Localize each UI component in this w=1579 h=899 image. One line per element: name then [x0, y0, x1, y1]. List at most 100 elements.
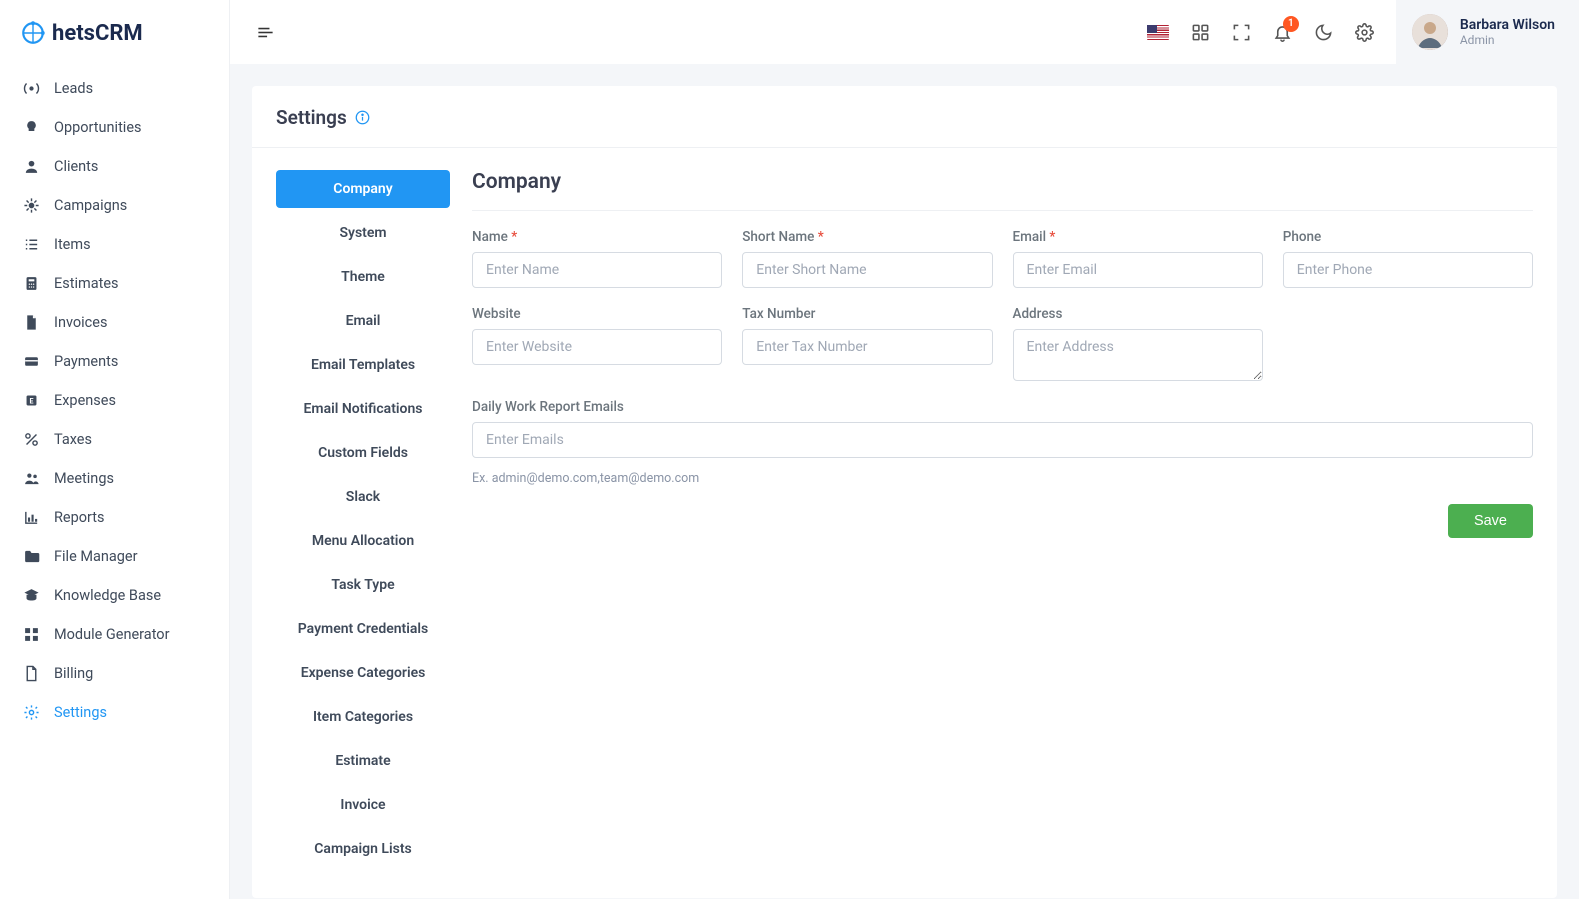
sidebar-item-label: Taxes	[54, 431, 92, 448]
field-daily-emails: Daily Work Report Emails Ex. admin@demo.…	[472, 399, 1533, 486]
tab-slack[interactable]: Slack	[276, 478, 450, 516]
tab-task-type[interactable]: Task Type	[276, 566, 450, 604]
tab-item-categories[interactable]: Item Categories	[276, 698, 450, 736]
fullscreen-button[interactable]	[1232, 23, 1251, 42]
sidebar-item-billing[interactable]: Billing	[0, 654, 229, 693]
user-menu[interactable]: Barbara Wilson Admin	[1396, 0, 1579, 64]
field-email: Email *	[1013, 229, 1263, 288]
grid-icon	[22, 626, 40, 643]
settings-card: Settings Company System Theme Email Email Te…	[252, 86, 1557, 898]
label-tax-number: Tax Number	[742, 306, 992, 322]
sidebar-item-label: Reports	[54, 509, 105, 526]
file-icon	[22, 314, 40, 331]
sidebar-item-file-manager[interactable]: File Manager	[0, 537, 229, 576]
tab-menu-allocation[interactable]: Menu Allocation	[276, 522, 450, 560]
field-name: Name *	[472, 229, 722, 288]
folder-icon	[22, 548, 40, 565]
group-icon	[22, 470, 40, 487]
sidebar-item-label: Meetings	[54, 470, 114, 487]
sidebar-item-label: Payments	[54, 353, 118, 370]
tab-theme[interactable]: Theme	[276, 258, 450, 296]
info-icon[interactable]	[355, 110, 370, 125]
eicon-icon: E	[22, 392, 40, 409]
sidebar-item-reports[interactable]: Reports	[0, 498, 229, 537]
input-tax-number[interactable]	[742, 329, 992, 365]
label-daily-emails: Daily Work Report Emails	[472, 399, 1533, 415]
sidebar-item-clients[interactable]: Clients	[0, 147, 229, 186]
virus-icon	[22, 197, 40, 214]
sidebar-item-payments[interactable]: Payments	[0, 342, 229, 381]
list-icon	[22, 236, 40, 253]
sidebar-item-opportunities[interactable]: Opportunities	[0, 108, 229, 147]
input-phone[interactable]	[1283, 252, 1533, 288]
input-name[interactable]	[472, 252, 722, 288]
input-email[interactable]	[1013, 252, 1263, 288]
theme-toggle-button[interactable]	[1314, 23, 1333, 42]
field-tax-number: Tax Number	[742, 306, 992, 381]
notification-badge: 1	[1283, 16, 1299, 32]
tab-email[interactable]: Email	[276, 302, 450, 340]
tab-payment-credentials[interactable]: Payment Credentials	[276, 610, 450, 648]
sidebar-item-campaigns[interactable]: Campaigns	[0, 186, 229, 225]
tab-custom-fields[interactable]: Custom Fields	[276, 434, 450, 472]
label-website: Website	[472, 306, 722, 322]
notifications-button[interactable]: 1	[1273, 23, 1292, 42]
logo[interactable]: hetsCRM	[0, 0, 229, 61]
nav: Leads Opportunities Clients Campaigns Items E…	[0, 61, 229, 740]
tab-estimate[interactable]: Estimate	[276, 742, 450, 780]
label-email: Email *	[1013, 229, 1263, 245]
tab-email-notifications[interactable]: Email Notifications	[276, 390, 450, 428]
sidebar: hetsCRM Leads Opportunities Clients Campaig…	[0, 0, 230, 899]
label-short-name: Short Name *	[742, 229, 992, 245]
sidebar-item-label: Opportunities	[54, 119, 142, 136]
sidebar-item-label: Module Generator	[54, 626, 169, 643]
label-address: Address	[1013, 306, 1263, 322]
label-phone: Phone	[1283, 229, 1533, 245]
tab-campaign-lists[interactable]: Campaign Lists	[276, 830, 450, 868]
sidebar-item-label: Campaigns	[54, 197, 127, 214]
language-button[interactable]	[1147, 25, 1169, 40]
sidebar-item-meetings[interactable]: Meetings	[0, 459, 229, 498]
input-short-name[interactable]	[742, 252, 992, 288]
sidebar-item-taxes[interactable]: Taxes	[0, 420, 229, 459]
input-address[interactable]	[1013, 329, 1263, 381]
sidebar-item-label: Invoices	[54, 314, 107, 331]
percent-icon	[22, 431, 40, 448]
menu-toggle-button[interactable]	[256, 23, 275, 42]
sidebar-item-label: Items	[54, 236, 91, 253]
sidebar-item-module-generator[interactable]: Module Generator	[0, 615, 229, 654]
sidebar-item-label: Clients	[54, 158, 98, 175]
settings-icon-button[interactable]	[1355, 23, 1374, 42]
user-role: Admin	[1460, 33, 1555, 47]
input-daily-emails[interactable]	[472, 422, 1533, 458]
sidebar-item-label: Estimates	[54, 275, 119, 292]
tab-invoice[interactable]: Invoice	[276, 786, 450, 824]
apps-button[interactable]	[1191, 23, 1210, 42]
label-name: Name *	[472, 229, 722, 245]
svg-text:E: E	[29, 396, 33, 405]
avatar	[1412, 14, 1448, 50]
calc-icon	[22, 275, 40, 292]
chart-icon	[22, 509, 40, 526]
tab-company[interactable]: Company	[276, 170, 450, 208]
field-address: Address	[1013, 306, 1263, 381]
sidebar-item-estimates[interactable]: Estimates	[0, 264, 229, 303]
sidebar-item-label: Settings	[54, 704, 107, 721]
sidebar-item-settings[interactable]: Settings	[0, 693, 229, 732]
user-name: Barbara Wilson	[1460, 17, 1555, 33]
save-button[interactable]: Save	[1448, 504, 1533, 538]
sidebar-item-label: Leads	[54, 80, 93, 97]
sidebar-item-items[interactable]: Items	[0, 225, 229, 264]
sidebar-item-label: Billing	[54, 665, 93, 682]
page-title: Settings	[276, 106, 347, 129]
sidebar-item-leads[interactable]: Leads	[0, 69, 229, 108]
tab-email-templates[interactable]: Email Templates	[276, 346, 450, 384]
logo-text: hetsCRM	[52, 21, 143, 46]
tab-system[interactable]: System	[276, 214, 450, 252]
sidebar-item-expenses[interactable]: EExpenses	[0, 381, 229, 420]
input-website[interactable]	[472, 329, 722, 365]
sidebar-item-invoices[interactable]: Invoices	[0, 303, 229, 342]
sidebar-item-knowledge-base[interactable]: Knowledge Base	[0, 576, 229, 615]
tab-expense-categories[interactable]: Expense Categories	[276, 654, 450, 692]
field-phone: Phone	[1283, 229, 1533, 288]
